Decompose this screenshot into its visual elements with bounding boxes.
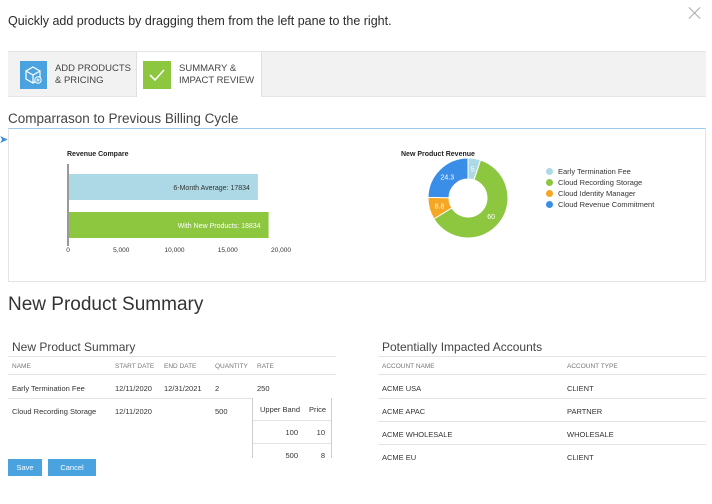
legend-label: Early Termination Fee [558, 167, 631, 176]
rate-price: 8 [320, 451, 325, 458]
col-header-account-type: ACCOUNT TYPE [567, 363, 618, 370]
pie-slice-label: 24.3 [440, 174, 454, 181]
revenue-compare-chart: 6-Month Average: 17834 With New Products:… [66, 164, 291, 254]
cell-account-name: ACME USA [382, 384, 422, 393]
cell-account-type: CLIENT [567, 384, 594, 393]
divider [378, 374, 706, 375]
col-header-rate: RATE [257, 363, 274, 370]
instruction-text: Quickly add products by dragging them fr… [8, 14, 392, 28]
rate-tier-table: Upper Band Price 100 10 500 8 -1 5 [252, 398, 332, 458]
cell-rate: 250 [257, 384, 270, 393]
legend-swatch [546, 190, 553, 197]
cancel-button[interactable]: Cancel [48, 459, 96, 476]
x-tick-label: 5,000 [113, 247, 130, 254]
bar-chart-title: Revenue Compare [67, 151, 129, 158]
divider [8, 356, 336, 357]
legend-label: Cloud Recording Storage [558, 178, 643, 187]
cell-start-date: 12/11/2020 [115, 384, 152, 393]
legend-item: Cloud Revenue Commitment [546, 199, 654, 210]
rate-tier-row: 500 8 [253, 444, 331, 458]
col-header-name: NAME [12, 363, 31, 370]
rate-upper-band: 100 [285, 428, 298, 437]
pie-slice-label: 8.8 [435, 203, 445, 210]
bar-data-label: With New Products: 18834 [178, 223, 261, 230]
divider [378, 398, 706, 399]
cell-quantity: 2 [215, 384, 220, 393]
pie-slice-label: 5 [471, 166, 475, 173]
step-bar: ADD PRODUCTS & PRICING SUMMARY & IMPACT … [8, 51, 706, 97]
divider [378, 356, 706, 357]
cell-account-type: WHOLESALE [567, 430, 614, 439]
legend-label: Cloud Identity Manager [558, 189, 636, 198]
x-tick-label: 0 [66, 247, 70, 254]
col-header-start-date: START DATE [115, 363, 155, 370]
dialog: Quickly add products by dragging them fr… [0, 0, 712, 504]
legend-swatch [546, 168, 553, 175]
divider [8, 374, 336, 375]
summary-heading: New Product Summary [8, 294, 204, 315]
legend-item: Early Termination Fee [546, 166, 654, 177]
step-summary-review-label: SUMMARY & IMPACT REVIEW [179, 62, 255, 86]
cell-account-type: PARTNER [567, 407, 603, 416]
cell-quantity: 500 [215, 407, 228, 416]
product-table-title: New Product Summary [12, 340, 136, 354]
cell-name: Cloud Recording Storage [12, 407, 97, 416]
pie-slice-label: 60 [487, 214, 495, 221]
cell-account-name: ACME EU [382, 453, 417, 462]
divider [8, 398, 252, 399]
close-icon[interactable] [688, 6, 702, 20]
legend-swatch [546, 179, 553, 186]
donut-legend: Early Termination Fee Cloud Recording St… [546, 166, 654, 210]
box-plus-icon [20, 60, 47, 89]
bar-data-label: 6-Month Average: 17834 [173, 185, 250, 192]
cell-account-name: ACME WHOLESALE [382, 430, 453, 439]
divider [378, 444, 706, 445]
col-header-quantity: QUANTITY [215, 363, 248, 370]
step-add-products-label: ADD PRODUCTS & PRICING [54, 62, 131, 86]
legend-item: Cloud Recording Storage [546, 177, 654, 188]
x-tick-label: 20,000 [271, 247, 291, 254]
comparison-title: Comparrason to Previous Billing Cycle [8, 111, 239, 126]
cell-name: Early Termination Fee [12, 384, 85, 393]
x-tick-label: 15,000 [218, 247, 238, 254]
save-button[interactable]: Save [8, 459, 42, 476]
legend-item: Cloud Identity Manager [546, 188, 654, 199]
col-header-end-date: END DATE [164, 363, 197, 370]
new-product-revenue-chart: 5 60 8.8 24.3 [427, 157, 509, 239]
cell-account-type: CLIENT [567, 453, 594, 462]
accounts-table-title: Potentially Impacted Accounts [382, 340, 543, 354]
x-tick-label: 10,000 [165, 247, 185, 254]
checkmark-icon [143, 60, 171, 89]
cell-end-date: 12/31/2021 [164, 384, 202, 393]
rate-price: 10 [316, 428, 325, 437]
rate-tier-header: Upper Band Price [253, 398, 331, 421]
rate-tier-row: 100 10 [253, 421, 331, 444]
arrow-right-icon: ➤ [0, 134, 9, 146]
rate-header-upper-band: Upper Band [260, 405, 301, 414]
cell-start-date: 12/11/2020 [115, 407, 152, 416]
legend-swatch [546, 201, 553, 208]
step-summary-review[interactable]: SUMMARY & IMPACT REVIEW [136, 52, 262, 97]
rate-header-price: Price [309, 405, 327, 414]
rate-upper-band: 500 [285, 451, 298, 458]
donut-chart-title: New Product Revenue [401, 151, 475, 158]
cell-account-name: ACME APAC [382, 407, 426, 416]
step-add-products[interactable]: ADD PRODUCTS & PRICING [14, 52, 132, 97]
col-header-account-name: ACCOUNT NAME [382, 363, 435, 370]
divider [378, 421, 706, 422]
legend-label: Cloud Revenue Commitment [558, 200, 655, 209]
